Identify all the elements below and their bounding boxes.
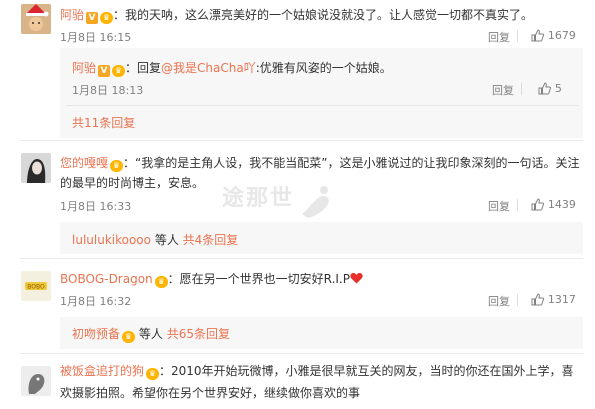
avatar[interactable]: BOBO: [21, 271, 51, 301]
more-replies-link[interactable]: 共11条回复: [72, 114, 135, 131]
reply-button[interactable]: 回复: [488, 29, 510, 45]
comment-text: ：愿在另一个世界也一切安好R.I.P: [167, 272, 350, 286]
replier-name[interactable]: lululukikoooo: [72, 233, 151, 247]
like-count: 1679: [547, 29, 576, 42]
like-count: 1439: [547, 198, 576, 211]
comment-time: 1月8日 16:15: [60, 31, 132, 44]
like-button[interactable]: 5: [538, 81, 562, 95]
comment-text-cont: 欢摄影拍照。希望你在另个世界安好，继续做你喜欢的事: [60, 386, 361, 400]
vip-icon: ♛: [154, 276, 168, 288]
reply-button[interactable]: 回复: [488, 293, 510, 309]
reply-time: 1月8日 18:13: [72, 84, 144, 97]
like-button[interactable]: 1679: [531, 28, 576, 42]
thumbs-up-icon: [531, 293, 544, 306]
more-replies-link[interactable]: 共65条回复: [167, 327, 230, 341]
reply-text: :优雅有风姿的一个姑娘。: [255, 61, 392, 75]
verified-icon: V: [98, 65, 111, 77]
avatar[interactable]: [21, 366, 51, 396]
replier-suffix: 等人: [138, 327, 163, 341]
thumbs-up-icon: [531, 29, 544, 42]
reply-button[interactable]: 回复: [492, 82, 514, 98]
comment-text: ：我的天呐，这么漂亮美好的一个姑娘说没就没了。让人感觉一切都不真实了。: [113, 8, 534, 22]
mention-link[interactable]: @我是ChaCha吖: [161, 61, 256, 75]
comment-text-cont: 的最早的时尚博主，安息。: [60, 176, 205, 190]
heart-icon: [350, 272, 363, 284]
comment-time: 1月8日 16:33: [60, 200, 132, 213]
vip-icon: ♛: [146, 368, 160, 380]
replier-suffix: 等人: [154, 233, 179, 247]
comment-author[interactable]: 被饭盒追打的狗: [60, 364, 144, 378]
watermark: 途那世: [222, 180, 338, 220]
verified-icon: V: [86, 12, 99, 24]
like-count: 1317: [547, 293, 576, 306]
thumbs-up-icon: [538, 82, 551, 95]
comment-author[interactable]: 您的嘎嘎: [60, 156, 108, 170]
vip-icon: ♛: [122, 331, 136, 343]
avatar[interactable]: [21, 4, 51, 34]
reply-button[interactable]: 回复: [488, 198, 510, 214]
like-button[interactable]: 1317: [531, 292, 576, 306]
vip-icon: ♛: [110, 160, 124, 172]
comment-text: ：“我拿的是主角人设，我不能当配菜”，这是小雅说过的让我印象深刻的一句话。关注: [123, 156, 580, 170]
like-count: 5: [554, 82, 562, 95]
thumbs-up-icon: [531, 198, 544, 211]
reply-prefix: ：回复: [125, 61, 162, 75]
watermark-text: 途那世: [222, 186, 295, 211]
comment-author[interactable]: 阿骀: [60, 8, 84, 22]
comment-text: ：2010年开始玩微博，小雅是很早就互关的网友，当时的你还在国外上学，喜: [159, 364, 574, 378]
watermark-icon: [301, 185, 329, 218]
reply-author[interactable]: 阿骀: [72, 61, 96, 75]
comment-time: 1月8日 16:32: [60, 295, 132, 308]
more-replies-link[interactable]: 共4条回复: [183, 233, 239, 247]
avatar[interactable]: [21, 153, 51, 183]
comment-author[interactable]: BOBOG-Dragon: [60, 272, 153, 286]
vip-icon: ♛: [112, 65, 126, 77]
vip-icon: ♛: [100, 12, 114, 24]
replier-name[interactable]: 初吻预备: [72, 327, 120, 341]
like-button[interactable]: 1439: [531, 197, 576, 211]
svg-text:BOBO: BOBO: [27, 284, 45, 291]
